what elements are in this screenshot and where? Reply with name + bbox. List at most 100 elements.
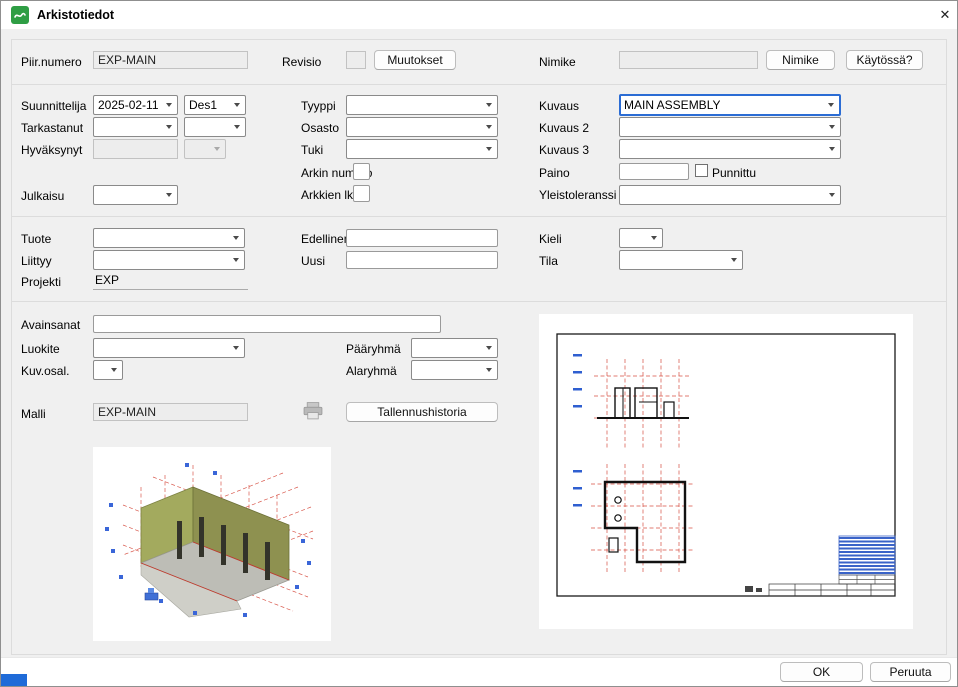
suunnittelija-date-value: 2025-02-11: [98, 98, 159, 112]
nimike-field: [619, 51, 758, 69]
yleistoleranssi-label: Yleistoleranssi: [539, 188, 616, 202]
print-icon: [303, 402, 323, 420]
kuvaus-label: Kuvaus: [539, 99, 579, 113]
revisio-label: Revisio: [282, 55, 321, 69]
chevron-down-icon: [486, 125, 492, 129]
liittyy-select[interactable]: [93, 250, 245, 270]
paino-label: Paino: [539, 166, 570, 180]
chevron-down-icon: [829, 147, 835, 151]
paaryhma-label: Pääryhmä: [346, 342, 401, 356]
nimike-button[interactable]: Nimike: [766, 50, 835, 70]
separator: [12, 216, 946, 217]
separator: [12, 84, 946, 85]
kuvaus-value: MAIN ASSEMBLY: [624, 98, 720, 112]
tyyppi-label: Tyyppi: [301, 99, 336, 113]
title-bar: Arkistotiedot ✕: [1, 1, 958, 29]
tuote-select[interactable]: [93, 228, 245, 248]
liittyy-label: Liittyy: [21, 254, 52, 268]
chevron-down-icon: [234, 125, 240, 129]
tuki-label: Tuki: [301, 143, 323, 157]
uusi-input[interactable]: [346, 251, 498, 269]
kuvaus2-select[interactable]: [619, 117, 841, 137]
edellinen-label: Edellinen: [301, 232, 350, 246]
nimike-label: Nimike: [539, 55, 576, 69]
paaryhma-select[interactable]: [411, 338, 498, 358]
alaryhma-label: Alaryhmä: [346, 364, 397, 378]
tallennushistoria-button[interactable]: Tallennushistoria: [346, 402, 498, 422]
suunnittelija-code-value: Des1: [189, 98, 217, 112]
chevron-down-icon: [486, 368, 492, 372]
kuv-osal-select[interactable]: [93, 360, 123, 380]
yleistoleranssi-select[interactable]: [619, 185, 841, 205]
chevron-down-icon: [651, 236, 657, 240]
punnittu-label: Punnittu: [712, 166, 756, 180]
chevron-down-icon: [233, 236, 239, 240]
chevron-down-icon: [731, 258, 737, 262]
chevron-down-icon: [486, 103, 492, 107]
kaytossa-button[interactable]: Käytössä?: [846, 50, 923, 70]
chevron-down-icon: [233, 346, 239, 350]
close-icon[interactable]: ✕: [935, 6, 955, 24]
osasto-label: Osasto: [301, 121, 339, 135]
tarkastanut-date-select[interactable]: [93, 117, 178, 137]
arkin-numero-input[interactable]: [353, 163, 370, 180]
chevron-down-icon: [166, 103, 172, 107]
chevron-down-icon: [234, 103, 240, 107]
chevron-down-icon: [214, 147, 220, 151]
projekti-value: EXP: [93, 272, 248, 290]
projekti-label: Projekti: [21, 275, 61, 289]
suunnittelija-label: Suunnittelija: [21, 99, 86, 113]
malli-field: EXP-MAIN: [93, 403, 248, 421]
kuvaus2-label: Kuvaus 2: [539, 121, 589, 135]
cancel-button[interactable]: Peruuta: [870, 662, 951, 682]
avainsanat-label: Avainsanat: [21, 318, 80, 332]
arkistotiedot-dialog: Arkistotiedot ✕ Piir.numero EXP-MAIN Rev…: [0, 0, 958, 687]
tuote-label: Tuote: [21, 232, 51, 246]
luokite-select[interactable]: [93, 338, 245, 358]
chevron-down-icon: [111, 368, 117, 372]
muutokset-button[interactable]: Muutokset: [374, 50, 456, 70]
chevron-down-icon: [166, 193, 172, 197]
kuvaus3-select[interactable]: [619, 139, 841, 159]
kuv-osal-label: Kuv.osal.: [21, 364, 69, 378]
suunnittelija-date-select[interactable]: 2025-02-11: [93, 95, 178, 115]
chevron-down-icon: [486, 147, 492, 151]
chevron-down-icon: [828, 103, 834, 107]
osasto-select[interactable]: [346, 117, 498, 137]
kieli-select[interactable]: [619, 228, 663, 248]
background-fragment: [1, 674, 27, 687]
piir-numero-field: EXP-MAIN: [93, 51, 248, 69]
suunnittelija-code-select[interactable]: Des1: [184, 95, 246, 115]
hyvaksynyt-label: Hyväksynyt: [21, 143, 82, 157]
paino-input[interactable]: [619, 163, 689, 180]
arkkien-lkm-input[interactable]: [353, 185, 370, 202]
tarkastanut-code-select[interactable]: [184, 117, 246, 137]
window-title: Arkistotiedot: [37, 8, 114, 22]
uusi-label: Uusi: [301, 254, 325, 268]
kuvaus-select[interactable]: MAIN ASSEMBLY: [619, 94, 841, 116]
separator: [12, 301, 946, 302]
edellinen-input[interactable]: [346, 229, 498, 247]
piir-numero-label: Piir.numero: [21, 55, 82, 69]
model-3d-preview-image: [93, 447, 331, 641]
tila-select[interactable]: [619, 250, 743, 270]
ok-button[interactable]: OK: [780, 662, 863, 682]
hyvaksynyt-code-select: [184, 139, 226, 159]
tyyppi-select[interactable]: [346, 95, 498, 115]
drawing-2d-preview-image: [539, 314, 913, 629]
kieli-label: Kieli: [539, 232, 562, 246]
chevron-down-icon: [829, 125, 835, 129]
julkaisu-select[interactable]: [93, 185, 178, 205]
julkaisu-label: Julkaisu: [21, 189, 64, 203]
app-icon: [11, 6, 29, 24]
hyvaksynyt-date-field: [93, 139, 178, 159]
avainsanat-input[interactable]: [93, 315, 441, 333]
tila-label: Tila: [539, 254, 558, 268]
alaryhma-select[interactable]: [411, 360, 498, 380]
punnittu-checkbox[interactable]: [695, 164, 708, 177]
malli-label: Malli: [21, 407, 46, 421]
kuvaus3-label: Kuvaus 3: [539, 143, 589, 157]
revisio-field: [346, 51, 366, 69]
tuki-select[interactable]: [346, 139, 498, 159]
chevron-down-icon: [233, 258, 239, 262]
